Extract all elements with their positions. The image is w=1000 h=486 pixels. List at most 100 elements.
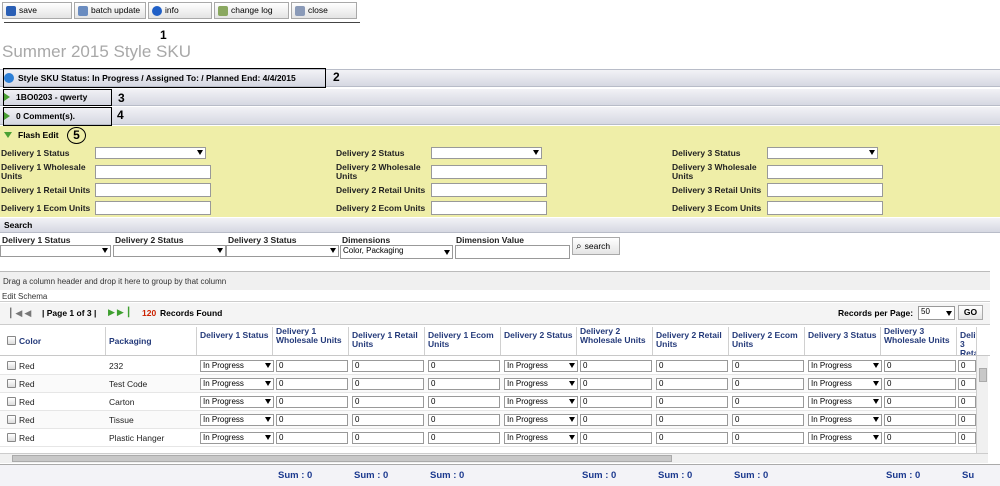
row-units-input[interactable]: 0 bbox=[428, 414, 500, 426]
scroll-thumb[interactable] bbox=[12, 455, 672, 462]
row-units-input[interactable]: 0 bbox=[884, 414, 956, 426]
horizontal-scrollbar[interactable] bbox=[0, 453, 988, 463]
row-status-select[interactable]: In Progress bbox=[504, 432, 578, 444]
search-d1-select[interactable] bbox=[0, 245, 111, 257]
save-button[interactable]: save bbox=[2, 2, 72, 19]
flash-edit-bar[interactable]: Flash Edit bbox=[0, 126, 1000, 144]
row-units-input[interactable]: 0 bbox=[958, 360, 976, 372]
row-status-select[interactable]: In Progress bbox=[504, 360, 578, 372]
row-units-input[interactable]: 0 bbox=[352, 378, 424, 390]
d1-status-select[interactable] bbox=[95, 147, 206, 159]
col-header-d1-ecom[interactable]: Delivery 1 Ecom Units bbox=[425, 327, 501, 355]
row-units-input[interactable]: 0 bbox=[732, 432, 804, 444]
row-status-select[interactable]: In Progress bbox=[808, 378, 882, 390]
row-units-input[interactable]: 0 bbox=[958, 378, 976, 390]
row-units-input[interactable]: 0 bbox=[580, 396, 652, 408]
row-units-input[interactable]: 0 bbox=[732, 360, 804, 372]
row-units-input[interactable]: 0 bbox=[580, 378, 652, 390]
dimension-value-input[interactable] bbox=[455, 245, 570, 259]
row-units-input[interactable]: 0 bbox=[276, 378, 348, 390]
row-units-input[interactable]: 0 bbox=[352, 396, 424, 408]
col-header-packaging[interactable]: Packaging bbox=[106, 327, 197, 355]
d1-ecom-input[interactable] bbox=[95, 201, 211, 215]
row-units-input[interactable]: 0 bbox=[276, 432, 348, 444]
row-checkbox[interactable] bbox=[7, 397, 16, 406]
row-status-select[interactable]: In Progress bbox=[504, 414, 578, 426]
row-units-input[interactable]: 0 bbox=[656, 378, 728, 390]
row-units-input[interactable]: 0 bbox=[428, 378, 500, 390]
row-status-select[interactable]: In Progress bbox=[808, 414, 882, 426]
select-all-checkbox[interactable] bbox=[7, 336, 16, 345]
next-last-page-icon[interactable]: ▶▶┃ bbox=[108, 307, 133, 318]
vertical-scrollbar[interactable] bbox=[976, 356, 988, 454]
row-checkbox[interactable] bbox=[7, 415, 16, 424]
d3-retail-input[interactable] bbox=[767, 183, 883, 197]
row-status-select[interactable]: In Progress bbox=[200, 378, 274, 390]
row-status-select[interactable]: In Progress bbox=[808, 396, 882, 408]
row-units-input[interactable]: 0 bbox=[732, 378, 804, 390]
row-units-input[interactable]: 0 bbox=[958, 414, 976, 426]
row-units-input[interactable]: 0 bbox=[884, 432, 956, 444]
row-status-select[interactable]: In Progress bbox=[200, 396, 274, 408]
row-status-select[interactable]: In Progress bbox=[808, 360, 882, 372]
col-header-d2-ecom[interactable]: Delivery 2 Ecom Units bbox=[729, 327, 805, 355]
dimensions-select[interactable]: Color, Packaging bbox=[340, 245, 453, 259]
row-units-input[interactable]: 0 bbox=[656, 432, 728, 444]
row-units-input[interactable]: 0 bbox=[352, 414, 424, 426]
col-header-d2-status[interactable]: Delivery 2 Status bbox=[501, 327, 577, 355]
col-header-d1-status[interactable]: Delivery 1 Status bbox=[197, 327, 273, 355]
row-status-select[interactable]: In Progress bbox=[200, 414, 274, 426]
search-d2-select[interactable] bbox=[113, 245, 226, 257]
d3-ecom-input[interactable] bbox=[767, 201, 883, 215]
row-status-select[interactable]: In Progress bbox=[200, 432, 274, 444]
row-units-input[interactable]: 0 bbox=[428, 396, 500, 408]
d3-status-select[interactable] bbox=[767, 147, 878, 159]
col-header-d2-wholesale[interactable]: Delivery 2 Wholesale Units bbox=[577, 327, 653, 355]
row-units-input[interactable]: 0 bbox=[580, 414, 652, 426]
scroll-thumb[interactable] bbox=[979, 368, 987, 382]
row-units-input[interactable]: 0 bbox=[580, 432, 652, 444]
comments-bar[interactable]: 0 Comment(s). bbox=[0, 107, 1000, 125]
row-units-input[interactable]: 0 bbox=[352, 360, 424, 372]
row-checkbox[interactable] bbox=[7, 379, 16, 388]
search-button[interactable]: ⌕ search bbox=[572, 237, 620, 255]
d2-status-select[interactable] bbox=[431, 147, 542, 159]
row-units-input[interactable]: 0 bbox=[428, 360, 500, 372]
row-units-input[interactable]: 0 bbox=[884, 396, 956, 408]
row-units-input[interactable]: 0 bbox=[352, 432, 424, 444]
row-units-input[interactable]: 0 bbox=[656, 414, 728, 426]
col-header-d1-retail[interactable]: Delivery 1 Retail Units bbox=[349, 327, 425, 355]
row-units-input[interactable]: 0 bbox=[276, 360, 348, 372]
row-units-input[interactable]: 0 bbox=[656, 396, 728, 408]
row-checkbox[interactable] bbox=[7, 361, 16, 370]
row-units-input[interactable]: 0 bbox=[732, 414, 804, 426]
row-units-input[interactable]: 0 bbox=[276, 414, 348, 426]
d3-wholesale-input[interactable] bbox=[767, 165, 883, 179]
col-header-d2-retail[interactable]: Delivery 2 Retail Units bbox=[653, 327, 729, 355]
row-status-select[interactable]: In Progress bbox=[504, 396, 578, 408]
col-header-d3-wholesale[interactable]: Delivery 3 Wholesale Units bbox=[881, 327, 957, 355]
edit-schema-link[interactable]: Edit Schema bbox=[0, 291, 990, 302]
first-prev-page-icon[interactable]: ┃◀◀ bbox=[8, 308, 33, 319]
per-page-select[interactable]: 50 bbox=[918, 306, 955, 320]
d2-wholesale-input[interactable] bbox=[431, 165, 547, 179]
row-units-input[interactable]: 0 bbox=[656, 360, 728, 372]
batch-update-button[interactable]: batch update bbox=[74, 2, 146, 19]
row-units-input[interactable]: 0 bbox=[428, 432, 500, 444]
col-header-d3-retail[interactable]: Delivery 3 Reta bbox=[957, 327, 977, 355]
info-button[interactable]: info bbox=[148, 2, 212, 19]
go-button[interactable]: GO bbox=[958, 305, 983, 320]
change-log-button[interactable]: change log bbox=[214, 2, 289, 19]
col-header-color[interactable]: Color bbox=[16, 327, 106, 355]
col-header-d3-status[interactable]: Delivery 3 Status bbox=[805, 327, 881, 355]
row-units-input[interactable]: 0 bbox=[276, 396, 348, 408]
d1-wholesale-input[interactable] bbox=[95, 165, 211, 179]
search-d3-select[interactable] bbox=[226, 245, 339, 257]
row-units-input[interactable]: 0 bbox=[884, 378, 956, 390]
col-header-d1-wholesale[interactable]: Delivery 1 Wholesale Units bbox=[273, 327, 349, 355]
row-units-input[interactable]: 0 bbox=[580, 360, 652, 372]
d2-ecom-input[interactable] bbox=[431, 201, 547, 215]
row-status-select[interactable]: In Progress bbox=[200, 360, 274, 372]
d1-retail-input[interactable] bbox=[95, 183, 211, 197]
row-checkbox[interactable] bbox=[7, 433, 16, 442]
